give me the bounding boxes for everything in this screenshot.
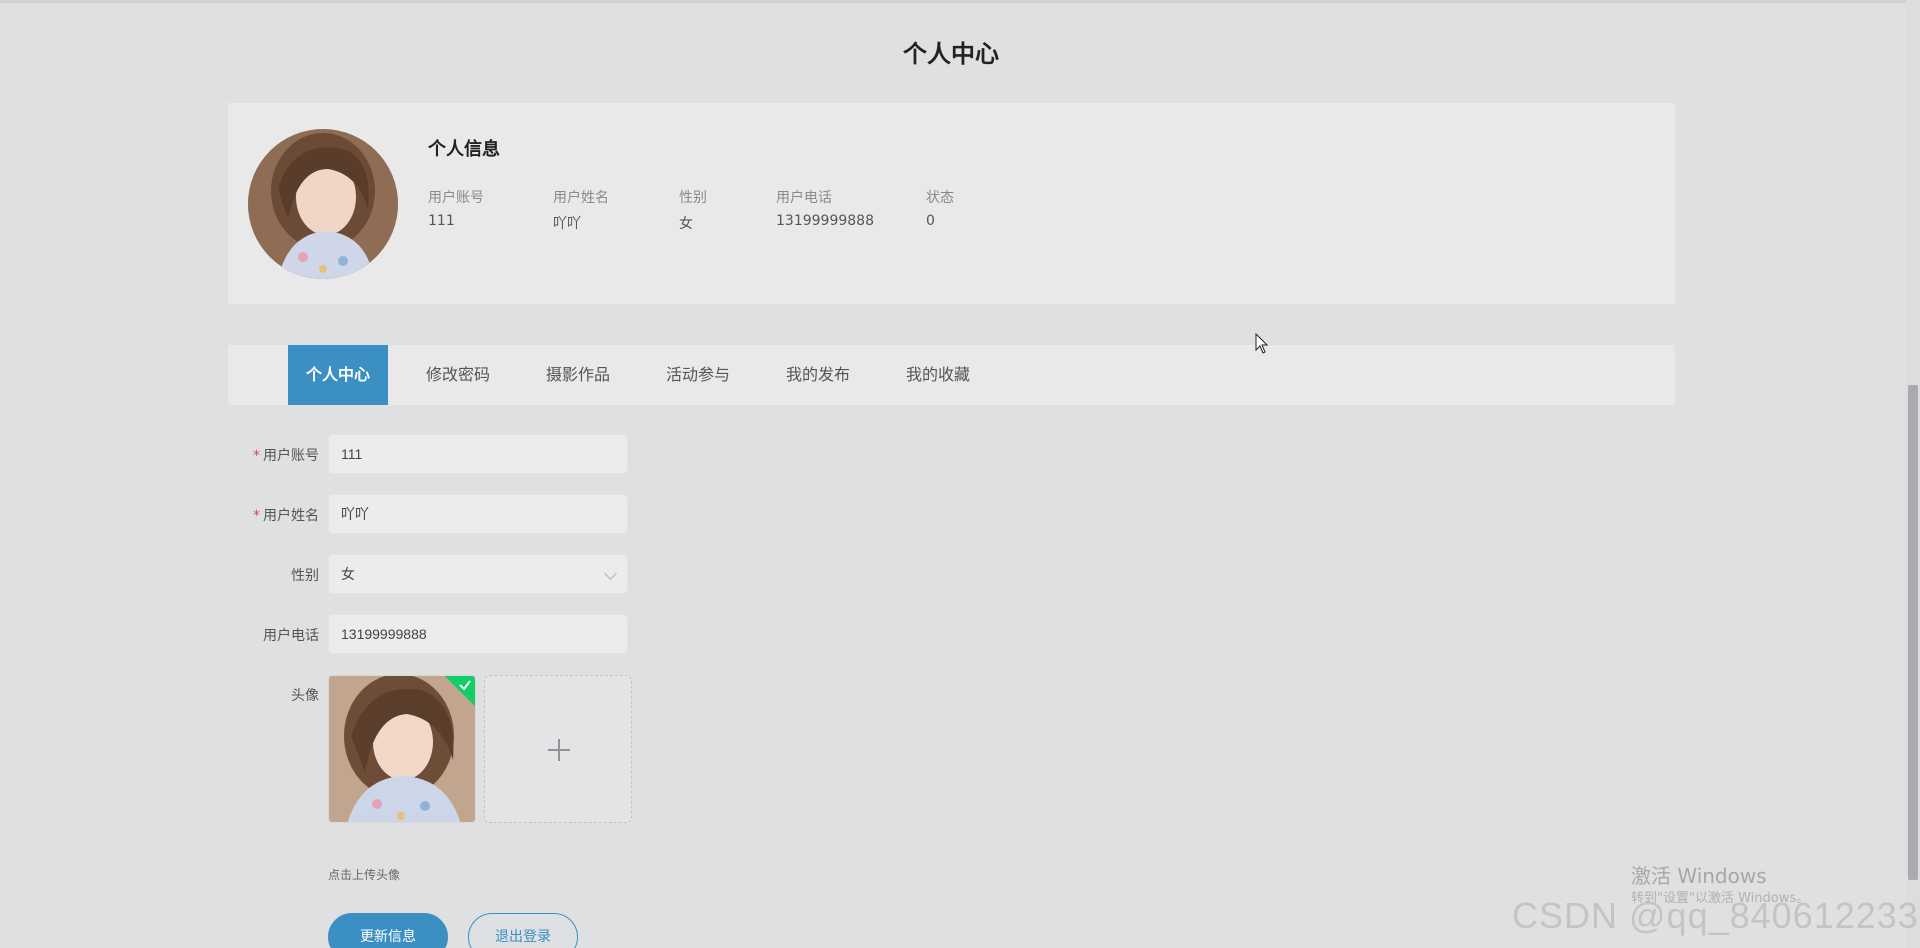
avatar-upload-hint: 点击上传头像 — [328, 868, 401, 882]
profile-field-label: 性别 — [679, 190, 707, 206]
profile-field-label: 用户电话 — [776, 190, 832, 206]
avatar — [248, 129, 398, 279]
name-label: * 用户姓名 — [219, 505, 319, 525]
gender-label: 性别 — [291, 568, 319, 584]
avatar-upload-button[interactable] — [484, 675, 632, 823]
avatar-label: 头像 — [291, 688, 319, 704]
csdn-watermark: CSDN @qq_840612233 — [1512, 895, 1919, 936]
required-mark: * — [253, 508, 260, 524]
name-label-text: 用户姓名 — [263, 508, 319, 524]
profile-field-value: 女 — [679, 216, 693, 232]
avatar-thumbnail-photo — [329, 676, 475, 822]
profile-field-name: 用户姓名 吖吖 — [553, 187, 609, 233]
profile-field-label: 用户姓名 — [553, 190, 609, 206]
tabs-bar: 个人中心 修改密码 摄影作品 活动参与 我的发布 我的收藏 — [228, 345, 1675, 405]
tab-personal-center[interactable]: 个人中心 — [288, 345, 388, 405]
gender-selected-value: 女 — [341, 566, 355, 582]
account-label: * 用户账号 — [219, 445, 319, 465]
plus-icon — [548, 739, 570, 761]
profile-heading: 个人信息 — [428, 139, 500, 160]
phone-input[interactable] — [341, 615, 615, 653]
profile-field-status: 状态 0 — [926, 187, 954, 229]
avatar-thumbnail[interactable] — [328, 675, 476, 823]
profile-field-value: 0 — [926, 213, 935, 229]
profile-field-phone: 用户电话 13199999888 — [776, 187, 874, 229]
windows-activation-title: 激活 Windows — [1631, 864, 1767, 888]
profile-field-value: 111 — [428, 213, 455, 229]
logout-button[interactable]: 退出登录 — [468, 913, 578, 948]
update-info-button[interactable]: 更新信息 — [328, 913, 448, 948]
tab-my-posts[interactable]: 我的发布 — [768, 345, 868, 405]
gender-select[interactable]: 女 — [328, 554, 628, 594]
profile-field-label: 状态 — [926, 190, 954, 206]
name-input[interactable] — [341, 495, 615, 533]
tab-activity-participation[interactable]: 活动参与 — [648, 345, 748, 405]
profile-field-label: 用户账号 — [428, 190, 484, 206]
required-mark: * — [253, 448, 260, 464]
phone-label: 用户电话 — [263, 628, 319, 644]
phone-field[interactable] — [328, 614, 628, 654]
profile-field-value: 13199999888 — [776, 213, 874, 229]
account-label-text: 用户账号 — [263, 448, 319, 464]
account-field[interactable] — [328, 434, 628, 474]
profile-field-account: 用户账号 111 — [428, 187, 484, 229]
name-field[interactable] — [328, 494, 628, 534]
tab-change-password[interactable]: 修改密码 — [408, 345, 508, 405]
page-title: 个人中心 — [903, 40, 999, 68]
scrollbar-thumb[interactable] — [1908, 385, 1918, 880]
mouse-cursor-icon — [1255, 333, 1269, 354]
avatar-photo — [248, 129, 398, 279]
profile-field-gender: 性别 女 — [679, 187, 707, 233]
profile-card: 个人信息 用户账号 111 用户姓名 吖吖 性别 女 用户电话 13199999… — [228, 103, 1675, 304]
top-border — [0, 0, 1920, 3]
account-input[interactable] — [341, 435, 615, 473]
profile-field-value: 吖吖 — [553, 216, 581, 232]
tab-my-favorites[interactable]: 我的收藏 — [888, 345, 988, 405]
chevron-down-icon — [604, 567, 617, 580]
check-icon — [459, 680, 471, 691]
tab-photo-works[interactable]: 摄影作品 — [528, 345, 628, 405]
